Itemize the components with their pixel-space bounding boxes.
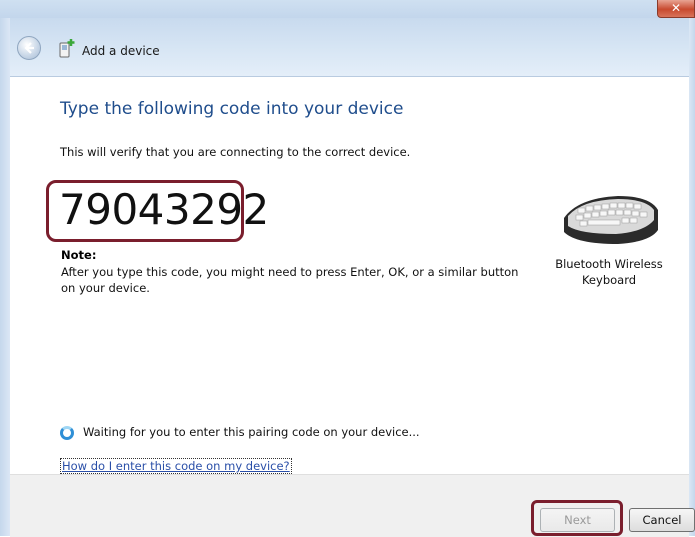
window-frame-right [689,18,695,536]
back-arrow-icon [24,42,34,54]
title-bar [0,0,695,18]
pairing-code: 79043292 [59,185,269,234]
wizard-title: Add a device [82,44,160,58]
busy-spinner-icon [60,426,74,440]
waiting-status: Waiting for you to enter this pairing co… [83,425,420,439]
page-description: This will verify that you are connecting… [60,145,411,159]
keyboard-icon [564,196,658,244]
close-icon: ✕ [670,1,682,15]
back-button[interactable] [17,36,41,60]
page-heading: Type the following code into your device [60,99,404,119]
next-button-highlight [531,500,623,536]
help-link[interactable]: How do I enter this code on my device? [60,458,292,474]
close-button[interactable]: ✕ [657,0,695,18]
device-name: Bluetooth Wireless Keyboard [555,257,663,287]
window-frame-left [0,18,10,536]
cancel-button[interactable]: Cancel [629,508,695,532]
note-label: Note: [61,248,97,262]
add-device-icon [59,39,75,58]
note-text: After you type this code, you might need… [61,265,519,295]
